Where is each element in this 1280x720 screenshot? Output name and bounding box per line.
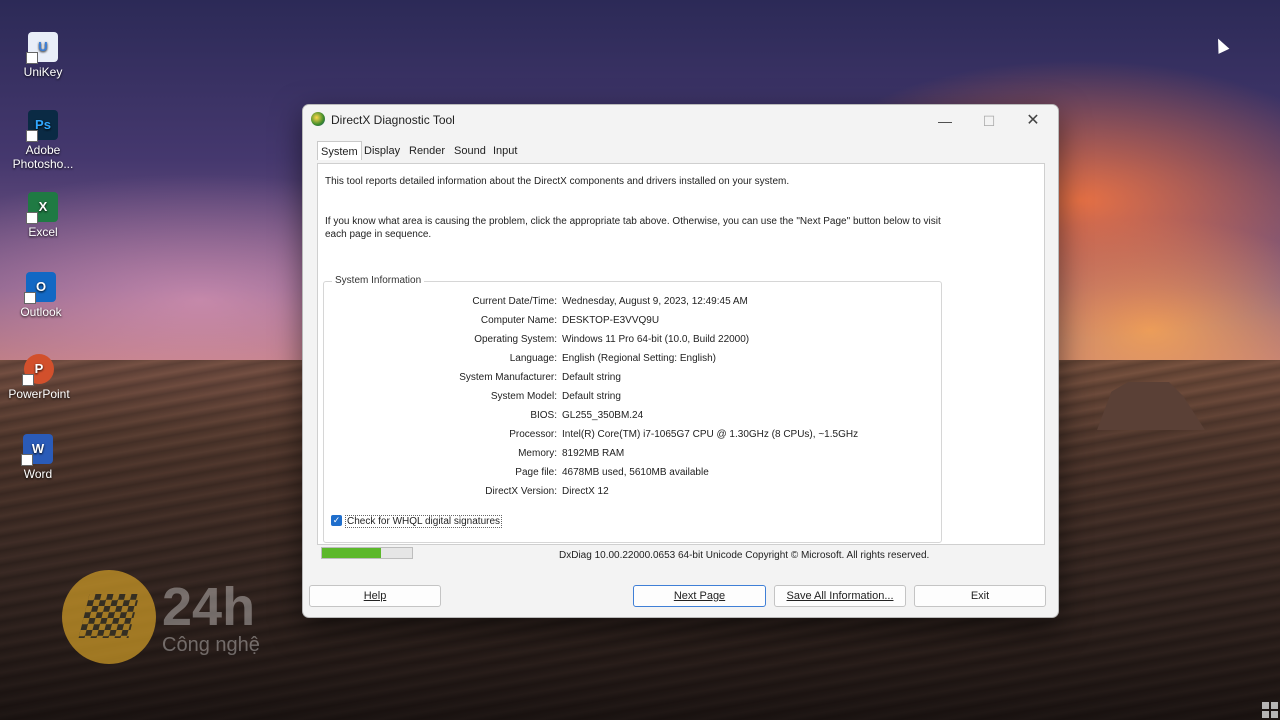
help-button[interactable]: Help [309,585,441,607]
info-row-processor: Processor: Intel(R) Core(TM) i7-1065G7 CP… [324,429,941,445]
info-key: Operating System: [474,334,557,345]
info-value: Wednesday, August 9, 2023, 12:49:45 AM [562,296,748,307]
info-key: Language: [509,353,557,364]
desktop-icon-powerpoint[interactable]: P PowerPoint [4,354,74,401]
tab-sound[interactable]: Sound [451,143,489,159]
desktop-icon-unikey[interactable]: U UniKey [8,32,78,79]
info-value: Default string [562,372,621,383]
powerpoint-icon: P [22,354,54,386]
info-row-manufacturer: System Manufacturer: Default string [324,372,941,388]
info-key: System Manufacturer: [459,372,557,383]
photoshop-icon: Ps [26,110,58,142]
save-all-button-label: Save All Information... [786,590,894,602]
unikey-icon: U [26,32,58,64]
desktop-icon-outlook[interactable]: O Outlook [6,272,76,319]
instructions-text: If you know what area is causing the pro… [325,216,941,240]
save-all-information-button[interactable]: Save All Information... [774,585,906,607]
info-value: Intel(R) Core(TM) i7-1065G7 CPU @ 1.30GH… [562,429,859,440]
mouse-cursor-icon [1212,36,1230,54]
exit-button-label: Exit [970,590,990,602]
minimize-button[interactable]: — [923,109,967,133]
info-value: GL255_350BM.24 [562,410,644,421]
maximize-button[interactable]: ☐ [967,109,1011,133]
info-key: Current Date/Time: [472,296,557,307]
info-key: Computer Name: [480,315,557,326]
watermark-brand: 24h [162,577,256,637]
intro-text: This tool reports detailed information a… [325,176,790,187]
desktop-icon-label: UniKey [23,65,63,79]
exit-button[interactable]: Exit [914,585,1046,607]
word-icon: W [21,434,53,466]
info-value: 8192MB RAM [562,448,625,459]
desktop-icon-label: PowerPoint [8,387,70,401]
tab-system[interactable]: System [317,141,362,160]
help-button-label: Help [363,590,387,602]
info-row-page-file: Page file: 4678MB used, 5610MB available [324,467,941,483]
info-key: Page file: [515,467,557,478]
watermark-tagline: Công nghệ [162,634,260,656]
desktop-icon-label: Excel [28,225,58,239]
outlook-icon: O [24,272,56,304]
directx-icon [311,112,325,126]
tab-display[interactable]: Display [361,143,403,159]
title-bar[interactable]: DirectX Diagnostic Tool — ☐ ✕ [303,105,1058,137]
info-value: DESKTOP-E3VVQ9U [562,315,660,326]
next-page-button[interactable]: Next Page [633,585,766,607]
info-row-model: System Model: Default string [324,391,941,407]
windows-logo-icon [1262,702,1278,718]
info-row-memory: Memory: 8192MB RAM [324,448,941,464]
info-row-datetime: Current Date/Time: Wednesday, August 9, 2… [324,296,941,312]
info-key: BIOS: [530,410,557,421]
group-title: System Information [332,275,425,286]
info-row-computer-name: Computer Name: DESKTOP-E3VVQ9U [324,315,941,331]
system-information-group: System Information Current Date/Time: Wed… [323,275,942,543]
desktop-icon-label: Outlook [20,305,62,319]
next-page-button-label: Next Page [673,590,726,602]
watermark-disc-icon [62,570,156,664]
desktop-icon-excel[interactable]: X Excel [8,192,78,239]
version-copyright-text: DxDiag 10.00.22000.0653 64-bit Unicode C… [559,550,930,561]
info-row-directx-version: DirectX Version: DirectX 12 [324,486,941,502]
info-value: DirectX 12 [562,486,609,497]
dxdiag-window: DirectX Diagnostic Tool — ☐ ✕ System Dis… [302,104,1059,618]
whql-checkbox-label[interactable]: Check for WHQL digital signatures [345,515,503,528]
tab-render[interactable]: Render [406,143,448,159]
progress-fill [322,548,381,558]
info-value: Windows 11 Pro 64-bit (10.0, Build 22000… [562,334,750,345]
whql-checkbox[interactable]: ✓ [331,515,342,526]
close-button[interactable]: ✕ [1011,109,1055,133]
window-title: DirectX Diagnostic Tool [331,113,455,127]
desktop-icon-label: Adobe Photosho... [12,143,74,171]
info-row-language: Language: English (Regional Setting: Engl… [324,353,941,369]
desktop-icon-word[interactable]: W Word [3,434,73,481]
watermark-logo: 24h Công nghệ [62,570,302,665]
info-row-bios: BIOS: GL255_350BM.24 [324,410,941,426]
progress-bar [321,547,413,559]
checkered-flag-icon [78,594,140,638]
info-value: 4678MB used, 5610MB available [562,467,709,478]
info-key: DirectX Version: [485,486,557,497]
desktop-icon-photoshop[interactable]: Ps Adobe Photosho... [8,110,78,171]
info-key: Processor: [509,429,557,440]
info-key: System Model: [490,391,557,402]
info-value: English (Regional Setting: English) [562,353,716,364]
info-value: Default string [562,391,621,402]
desktop-icon-label: Word [23,467,53,481]
tab-input[interactable]: Input [490,143,520,159]
excel-icon: X [26,192,58,224]
info-row-os: Operating System: Windows 11 Pro 64-bit (… [324,334,941,350]
info-key: Memory: [518,448,557,459]
